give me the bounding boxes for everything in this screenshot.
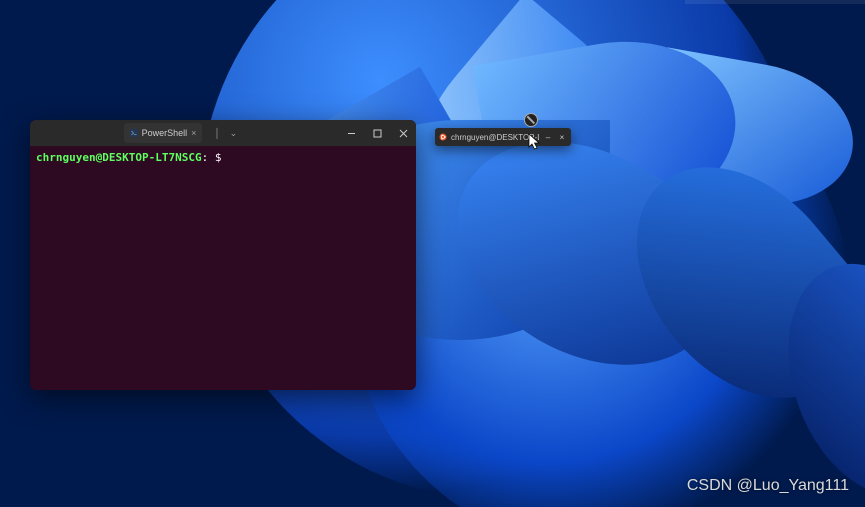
window-titlebar[interactable]: PowerShell × │ ⌄ <box>30 120 416 146</box>
detached-tab-minimize[interactable]: – <box>543 133 553 142</box>
terminal-body[interactable]: chrnguyen@DESKTOP-LT7NSCG: $ <box>30 146 416 169</box>
ubuntu-icon <box>439 133 447 141</box>
prompt-user-host: chrnguyen@DESKTOP-LT7NSCG <box>36 151 202 164</box>
powershell-icon <box>130 129 138 137</box>
tab-powershell[interactable]: PowerShell × <box>124 123 203 143</box>
close-icon <box>399 129 408 138</box>
maximize-icon <box>373 129 382 138</box>
window-controls <box>338 120 416 146</box>
tab-dropdown-button[interactable]: ⌄ <box>226 126 240 140</box>
detached-tab-close[interactable]: × <box>557 133 567 142</box>
minimize-icon <box>347 129 356 138</box>
no-drop-icon <box>524 113 538 127</box>
terminal-window[interactable]: PowerShell × │ ⌄ chrnguyen@DESKTOP-LT7NS… <box>30 120 416 390</box>
tab-close-button[interactable]: × <box>191 128 196 138</box>
detached-tab-window[interactable]: chrnguyen@DESKTOP-LT7NSCG:~ – × <box>435 128 571 146</box>
new-tab-button[interactable]: │ <box>210 126 224 140</box>
tab-strip: PowerShell × │ ⌄ <box>30 120 338 146</box>
watermark-text: CSDN @Luo_Yang111 <box>687 477 849 495</box>
tab-actions: │ ⌄ <box>206 126 244 140</box>
close-button[interactable] <box>390 120 416 146</box>
detached-tab-title: chrnguyen@DESKTOP-LT7NSCG:~ <box>451 133 539 142</box>
minimize-button[interactable] <box>338 120 364 146</box>
prompt-separator: : <box>202 151 209 164</box>
prompt-symbol: $ <box>215 151 222 164</box>
tab-label: PowerShell <box>142 128 188 138</box>
maximize-button[interactable] <box>364 120 390 146</box>
